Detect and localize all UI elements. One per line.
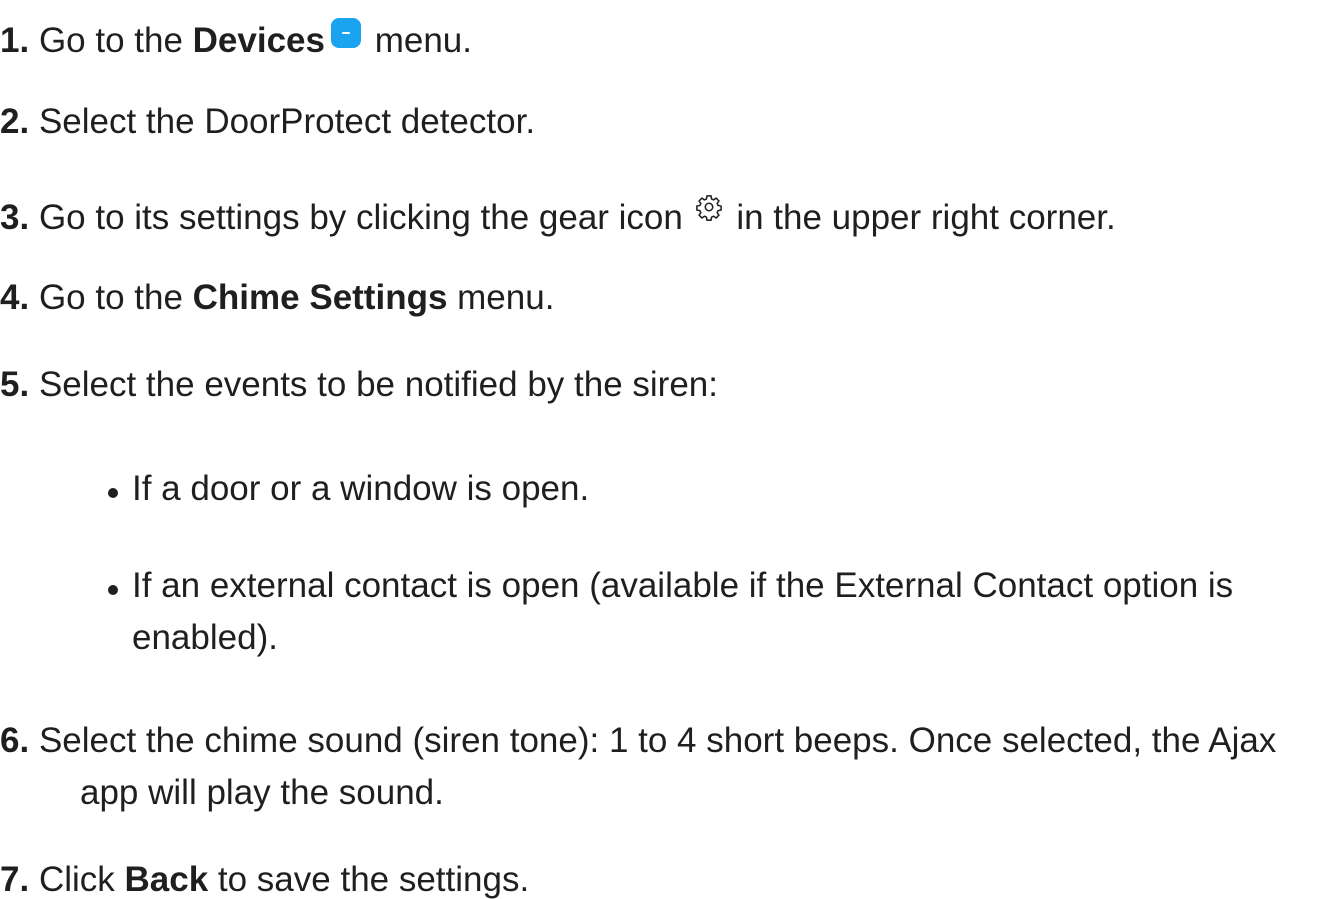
back-label: Back bbox=[124, 860, 209, 899]
step-text: Go to the bbox=[38, 278, 193, 317]
step-text: in the upper right corner. bbox=[726, 198, 1116, 237]
devices-icon bbox=[330, 18, 361, 48]
bullet-continuation: enabled). bbox=[132, 620, 278, 655]
bullet-dot bbox=[108, 487, 118, 498]
step-text: menu. bbox=[364, 21, 472, 60]
step-6-continuation: app will play the sound. bbox=[80, 775, 444, 810]
step-number: 6. bbox=[0, 721, 30, 760]
step-text: Select the DoorProtect detector. bbox=[38, 102, 536, 141]
step-2: 2. Select the DoorProtect detector. bbox=[0, 104, 535, 139]
step-number: 4. bbox=[0, 278, 30, 317]
step-text: to save the settings. bbox=[208, 860, 530, 899]
step-4: 4. Go to the Chime Settings menu. bbox=[0, 280, 554, 315]
step-number: 7. bbox=[0, 860, 30, 899]
bullet-text: If an external contact is open (availabl… bbox=[132, 566, 1234, 605]
step-3: 3. Go to its settings by clicking the ge… bbox=[0, 193, 1116, 235]
bullet-dot bbox=[108, 584, 118, 595]
step-text: Go to its settings by clicking the gear … bbox=[38, 198, 693, 237]
gear-icon bbox=[695, 195, 722, 221]
chime-settings-label: Chime Settings bbox=[192, 278, 448, 317]
step-number: 3. bbox=[0, 198, 30, 237]
step-number: 5. bbox=[0, 365, 30, 404]
bullet-item: If a door or a window is open. bbox=[108, 469, 590, 508]
step-number: 1. bbox=[0, 21, 30, 60]
step-6: 6. Select the chime sound (siren tone): … bbox=[0, 723, 1276, 758]
step-text: Go to the bbox=[38, 21, 193, 60]
step-number: 2. bbox=[0, 102, 30, 141]
bullet-item: If an external contact is open (availabl… bbox=[108, 566, 1234, 605]
step-text: Click bbox=[38, 860, 125, 899]
devices-menu-label: Devices bbox=[192, 21, 325, 60]
step-1: 1. Go to the Devices menu. bbox=[0, 18, 472, 58]
bullet-text: If a door or a window is open. bbox=[132, 469, 590, 508]
step-5: 5. Select the events to be notified by t… bbox=[0, 367, 718, 402]
step-text: Select the chime sound (siren tone): 1 t… bbox=[38, 721, 1277, 760]
step-text: app will play the sound. bbox=[80, 773, 444, 812]
bullet-text: enabled). bbox=[132, 618, 278, 657]
step-text: Select the events to be notified by the … bbox=[38, 365, 718, 404]
step-text: menu. bbox=[447, 278, 555, 317]
